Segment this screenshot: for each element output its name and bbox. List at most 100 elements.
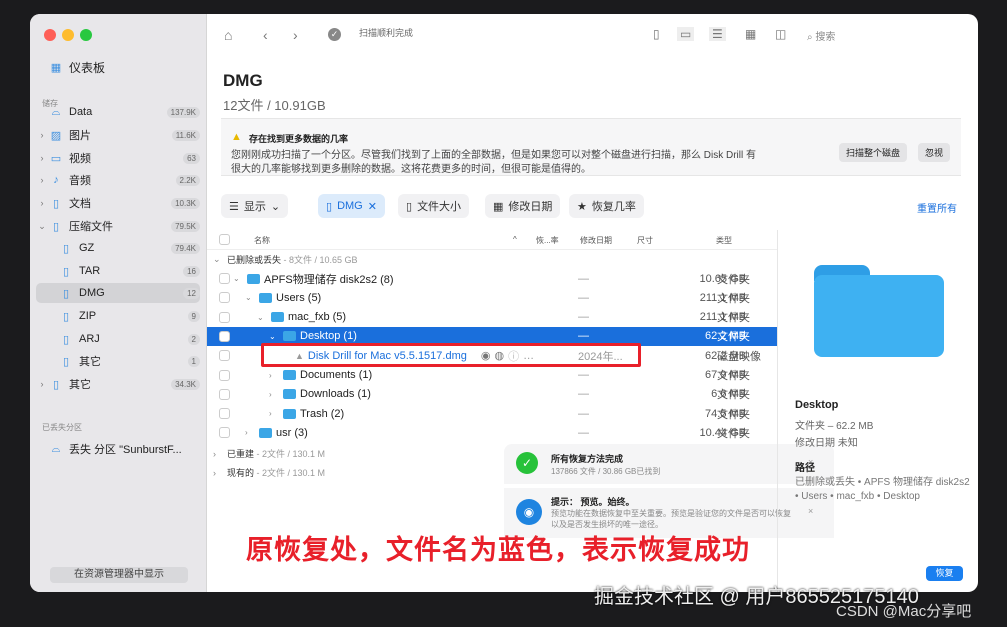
chevron-down-icon[interactable]: ⌄ xyxy=(245,293,255,302)
close-icon[interactable]: ✕ xyxy=(368,200,377,213)
group-label: 现有的 xyxy=(227,468,254,478)
chevron-right-icon[interactable]: › xyxy=(36,175,48,185)
chevron-down-icon[interactable]: ⌄ xyxy=(257,313,267,322)
sidebar-item[interactable]: ▯ARJ2 xyxy=(36,329,200,349)
chevron-right-icon[interactable]: › xyxy=(36,130,48,140)
sidebar-item[interactable]: ▯ZIP9 xyxy=(36,306,200,326)
row-checkbox[interactable] xyxy=(219,408,230,419)
reset-filters-link[interactable]: 重置所有 xyxy=(917,200,957,215)
table-row[interactable]: ⌄Users (5)—211.1 MB文件夹 xyxy=(207,288,777,307)
minimize-window-button[interactable] xyxy=(62,29,74,41)
row-type: 文件夹 xyxy=(717,406,750,422)
archive-icon: ▯ xyxy=(58,287,74,300)
count-badge: 79.5K xyxy=(171,221,200,232)
dmg-filter-chip[interactable]: ▯DMG✕ xyxy=(318,194,385,218)
row-checkbox[interactable] xyxy=(219,273,230,284)
table-row[interactable]: ⌄mac_fxb (5)—211.1 MB文件夹 xyxy=(207,308,777,327)
music-icon: ♪ xyxy=(48,174,64,186)
forward-icon[interactable]: › xyxy=(293,27,298,43)
back-icon[interactable]: ‹ xyxy=(263,27,268,43)
row-checkbox[interactable] xyxy=(219,312,230,323)
sidebar-item[interactable]: ⌄▯压缩文件79.5K xyxy=(36,216,200,236)
count-badge: 137.9K xyxy=(167,107,200,118)
chevron-right-icon[interactable]: › xyxy=(36,198,48,208)
row-checkbox[interactable] xyxy=(219,370,230,381)
chevron-right-icon[interactable]: › xyxy=(36,153,48,163)
folder-icon xyxy=(283,370,296,380)
sidebar-item-label: 其它 xyxy=(79,353,101,369)
column-type[interactable]: 类型 xyxy=(716,235,732,246)
table-row[interactable]: ›Trash (2)—74.5 MB文件夹 xyxy=(207,404,777,423)
chevron-down-icon[interactable]: ⌄ xyxy=(36,221,48,232)
calendar-icon: ▦ xyxy=(493,200,503,213)
table-row[interactable]: ›usr (3)—10.44 GB文件夹 xyxy=(207,423,777,442)
sidebar-item[interactable]: ▯DMG12 xyxy=(36,283,200,303)
folder-view-icon[interactable]: ▭ xyxy=(677,27,694,41)
row-checkbox[interactable] xyxy=(219,292,230,303)
select-all-checkbox[interactable] xyxy=(219,234,230,245)
chevron-down-icon[interactable]: ⌄ xyxy=(233,274,243,283)
group-deleted[interactable]: ⌄已删除或丢失 - 8文件 / 10.65 GB xyxy=(207,250,777,269)
home-icon[interactable]: ⌂ xyxy=(224,27,232,43)
table-header: 名称 ^ 恢...率 修改日期 尺寸 类型 xyxy=(207,230,777,250)
zoom-window-button[interactable] xyxy=(80,29,92,41)
chevron-down-icon: ⌄ xyxy=(271,200,280,213)
sidebar-item[interactable]: ›▯ 文档 10.3K xyxy=(36,193,200,213)
chevron-right-icon[interactable]: › xyxy=(269,390,279,399)
row-date: — xyxy=(578,273,589,285)
grid-view-icon[interactable]: ▦ xyxy=(745,27,756,41)
preview-panel-icon[interactable]: ◫ xyxy=(775,27,786,41)
sidebar-item[interactable]: ▯其它1 xyxy=(36,351,200,371)
sidebar-lost-partition[interactable]: ⌓丢失 分区 "SunburstF... xyxy=(36,439,200,459)
column-chance[interactable]: 恢...率 xyxy=(536,235,559,246)
size-filter[interactable]: ▯文件大小 xyxy=(398,194,469,218)
success-icon: ✓ xyxy=(516,452,538,474)
sidebar-item-label: TAR xyxy=(79,265,100,277)
scan-disk-button[interactable]: 扫描整个磁盘 xyxy=(839,143,907,162)
sidebar-item-label: 压缩文件 xyxy=(69,218,113,234)
file-view-icon[interactable]: ▯ xyxy=(653,27,660,41)
show-in-finder-button[interactable]: 在资源管理器中显示 xyxy=(50,567,188,583)
sidebar-item-label: 文档 xyxy=(69,195,91,211)
count-badge: 10.3K xyxy=(171,198,200,209)
sidebar-item-label: 视频 xyxy=(69,150,91,166)
row-date: — xyxy=(578,369,589,381)
sidebar-item[interactable]: ▯GZ79.4K xyxy=(36,238,200,258)
sidebar-item[interactable]: ›♪音频2.2K xyxy=(36,170,200,190)
date-filter[interactable]: ▦修改日期 xyxy=(485,194,560,218)
table-row[interactable]: ⌄APFS物理储存 disk2s2 (8)—10.65 GB文件夹 xyxy=(207,269,777,288)
table-row[interactable]: ›Downloads (1)—6.6 MB文件夹 xyxy=(207,385,777,404)
chevron-right-icon[interactable]: › xyxy=(269,371,279,380)
row-checkbox[interactable] xyxy=(219,427,230,438)
sidebar-item[interactable]: ›▯其它34.3K xyxy=(36,374,200,394)
sidebar-item[interactable]: ›▭视频63 xyxy=(36,148,200,168)
chevron-down-icon[interactable]: ⌄ xyxy=(269,332,279,341)
row-checkbox[interactable] xyxy=(219,350,230,361)
row-checkbox[interactable] xyxy=(219,389,230,400)
path-label: 路径 xyxy=(795,459,815,474)
folder-icon xyxy=(283,409,296,419)
sidebar-item[interactable]: ›▨图片11.6K xyxy=(36,125,200,145)
sidebar-item[interactable]: ⌓Data137.9K xyxy=(36,102,200,122)
search-input[interactable]: ⌕ 搜索 xyxy=(807,28,835,43)
sidebar-dashboard[interactable]: ▦仪表板 xyxy=(36,57,200,77)
sidebar-item[interactable]: ▯TAR16 xyxy=(36,261,200,281)
ignore-button[interactable]: 忽视 xyxy=(918,143,950,162)
main-pane: ⌂ ‹ › ✓ 扫描顺利完成 ▯ ▭ ☰ ▦ ◫ ⌕ 搜索 DMG 12文件 /… xyxy=(207,14,978,592)
row-type: 文件夹 xyxy=(717,386,750,402)
column-name[interactable]: 名称 xyxy=(254,235,270,246)
list-view-icon[interactable]: ☰ xyxy=(709,27,726,41)
recover-button[interactable]: 恢复 xyxy=(926,566,963,581)
close-window-button[interactable] xyxy=(44,29,56,41)
document-icon: ▯ xyxy=(48,197,64,210)
show-filter-dropdown[interactable]: ☰显示⌄ xyxy=(221,194,288,218)
chevron-right-icon[interactable]: › xyxy=(269,409,279,418)
column-date[interactable]: 修改日期 xyxy=(580,235,612,246)
column-size[interactable]: 尺寸 xyxy=(637,235,653,246)
chance-filter[interactable]: ★恢复几率 xyxy=(569,194,644,218)
row-checkbox[interactable] xyxy=(219,331,230,342)
chevron-right-icon[interactable]: › xyxy=(36,379,48,389)
table-row[interactable]: ›Documents (1)—67.9 MB文件夹 xyxy=(207,366,777,385)
row-date: — xyxy=(578,292,589,304)
chevron-right-icon[interactable]: › xyxy=(245,428,255,437)
